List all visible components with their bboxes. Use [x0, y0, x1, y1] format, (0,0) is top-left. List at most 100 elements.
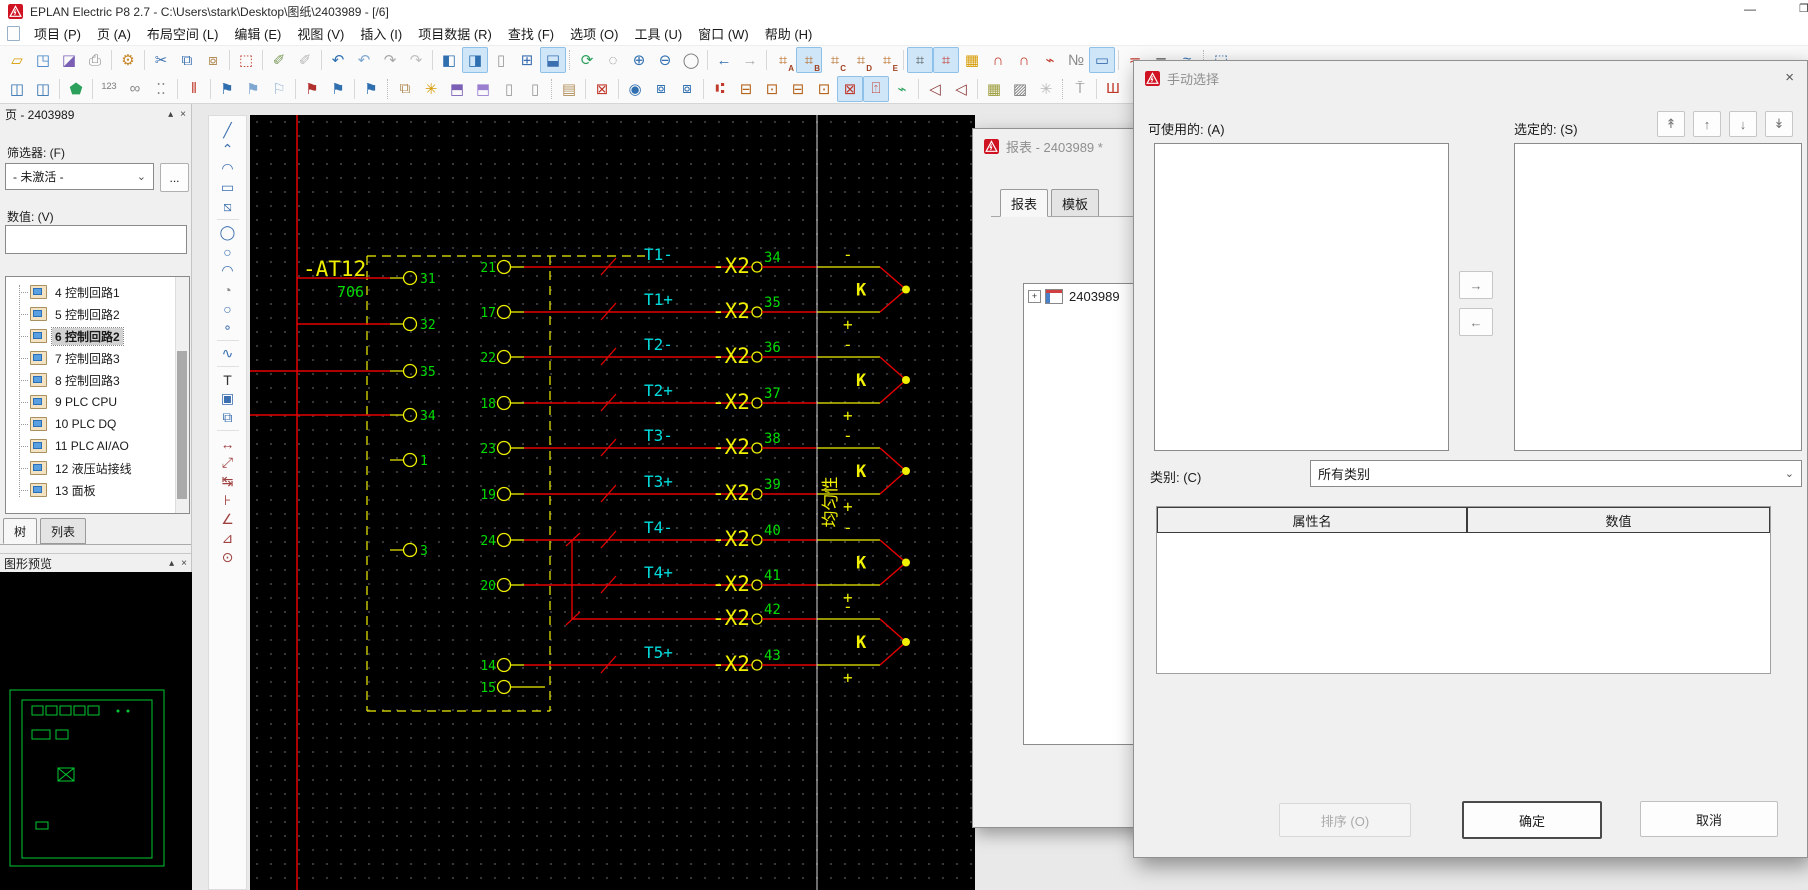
signal-horn-2-icon[interactable]: ◁: [948, 76, 974, 102]
navigator-tab-1[interactable]: 树: [3, 518, 37, 544]
filter-combobox[interactable]: - 未激活 - ⌄: [5, 163, 154, 190]
dim-leader-icon[interactable]: ⊙: [215, 548, 241, 567]
connections-icon[interactable]: ⌁: [889, 76, 915, 102]
menu-item[interactable]: 项目 (P): [26, 22, 89, 45]
wire-terminals-icon[interactable]: ⑆: [707, 76, 733, 102]
magnet-icon[interactable]: ∩: [985, 47, 1011, 73]
hyperlink-tool-icon[interactable]: ⧉: [215, 408, 241, 427]
dim-radius-icon[interactable]: ⊿: [215, 529, 241, 548]
generate-reports-icon[interactable]: ⚑: [299, 76, 325, 102]
menu-item[interactable]: 视图 (V): [289, 22, 352, 45]
zoom-full-icon[interactable]: ◯: [678, 47, 704, 73]
selected-listbox[interactable]: [1514, 143, 1802, 451]
page-tree-item[interactable]: 5 控制回路2: [6, 303, 189, 325]
filter-browse-button[interactable]: ...: [160, 163, 189, 192]
grid-c-icon[interactable]: ⌗C: [822, 47, 848, 73]
dim-linear-icon[interactable]: ↔: [215, 434, 241, 453]
delete-placement-icon[interactable]: ⊠: [837, 76, 863, 102]
zoom-in-icon[interactable]: ⊕: [626, 47, 652, 73]
new-symbol-icon[interactable]: ✳: [1033, 76, 1059, 102]
menu-item[interactable]: 编辑 (E): [226, 22, 289, 45]
zoom-window-icon[interactable]: ◌: [600, 47, 626, 73]
pin-pair-icon[interactable]: ⁚⁚: [148, 76, 174, 102]
window-tile-icon[interactable]: ◫: [30, 76, 56, 102]
report-tab-1[interactable]: 报表: [1000, 189, 1048, 217]
layer-table-icon[interactable]: ▦: [981, 76, 1007, 102]
copy-properties-icon[interactable]: ⧉: [392, 76, 418, 102]
menu-item[interactable]: 页 (A): [89, 22, 139, 45]
page-macro-icon[interactable]: ⬒: [444, 76, 470, 102]
page-tree-item[interactable]: 13 面板: [6, 479, 189, 501]
terminal-bars-icon[interactable]: ‖: [181, 76, 207, 102]
page-tree-item[interactable]: 4 控制回路1: [6, 281, 189, 303]
device-table-icon[interactable]: ⊠: [589, 76, 615, 102]
run-check-icon[interactable]: ⚑: [358, 76, 384, 102]
panel-close-icon[interactable]: ×: [181, 558, 187, 569]
plugin-icon[interactable]: ⬟: [63, 76, 89, 102]
ellipse-tool-icon[interactable]: ◯: [215, 223, 241, 242]
move-to-top-button[interactable]: ↟: [1657, 111, 1685, 137]
settings-wrench-icon[interactable]: ⚙: [115, 47, 141, 73]
filter-table-4-icon[interactable]: ⊡: [811, 76, 837, 102]
grid-b-icon[interactable]: ⌗B: [796, 47, 822, 73]
rectangle-2pt-tool-icon[interactable]: ⧅: [215, 197, 241, 216]
move-up-icon[interactable]: ⍐: [863, 76, 889, 102]
update-reports-icon[interactable]: ⚑: [325, 76, 351, 102]
grid-a-icon[interactable]: ⌗A: [770, 47, 796, 73]
sort-button[interactable]: 排序 (O): [1279, 803, 1411, 837]
menu-item[interactable]: 项目数据 (R): [410, 22, 500, 45]
symbol-macro-icon[interactable]: ⬒: [470, 76, 496, 102]
comb-bridge-icon[interactable]: Ш: [1100, 76, 1126, 102]
pages-tree[interactable]: 4 控制回路15 控制回路26 控制回路27 控制回路38 控制回路39 PLC…: [5, 276, 190, 514]
navigator-3-icon[interactable]: ⧇: [674, 76, 700, 102]
page-tree-item[interactable]: 10 PLC DQ: [6, 413, 189, 435]
manual-dialog-titlebar[interactable]: 手动选择: [1134, 61, 1807, 95]
move-down-button[interactable]: ↓: [1729, 111, 1757, 137]
panel-collapse-icon[interactable]: ▴: [168, 109, 173, 120]
blank-page-icon[interactable]: ▯: [488, 47, 514, 73]
arc-tool-icon[interactable]: ◠: [215, 159, 241, 178]
rectangle-tool-icon[interactable]: ▭: [215, 178, 241, 197]
navigator-tab-2[interactable]: 列表: [40, 518, 86, 544]
doc-1-icon[interactable]: ▯: [496, 76, 522, 102]
hatch-pattern-icon[interactable]: ▨: [1007, 76, 1033, 102]
polyline-tool-icon[interactable]: ⌃: [215, 140, 241, 159]
graphical-preview[interactable]: [0, 572, 192, 890]
project-management-icon[interactable]: ◪: [56, 47, 82, 73]
maximize-button[interactable]: ❐: [1792, 2, 1808, 15]
menu-item[interactable]: 插入 (I): [352, 22, 410, 45]
filter-table-2-icon[interactable]: ⊡: [759, 76, 785, 102]
text-tool-icon[interactable]: T: [215, 370, 241, 389]
redo-icon[interactable]: ↷: [377, 47, 403, 73]
insert-page-macro-icon[interactable]: ◧: [436, 47, 462, 73]
value-input[interactable]: [5, 225, 187, 254]
page-forward-icon[interactable]: →: [737, 47, 763, 73]
close-icon[interactable]: ×: [1785, 69, 1794, 86]
check-selection-icon[interactable]: ⚐: [266, 76, 292, 102]
insert-window-macro-icon[interactable]: ◨: [462, 47, 488, 73]
tree-scrollbar[interactable]: [175, 277, 189, 513]
insert-symbol-icon[interactable]: ✳: [418, 76, 444, 102]
grid-d-icon[interactable]: ⌗D: [848, 47, 874, 73]
menu-item[interactable]: 帮助 (H): [757, 22, 821, 45]
grid-display-icon[interactable]: ⌗: [907, 47, 933, 73]
arc-3pt-tool-icon[interactable]: ◠: [215, 261, 241, 280]
display-window-icon[interactable]: ▭: [1089, 47, 1115, 73]
properties-table[interactable]: 属性名 数值: [1156, 506, 1771, 674]
add-to-selected-button[interactable]: →: [1459, 271, 1493, 299]
navigator-1-icon[interactable]: ◉: [622, 76, 648, 102]
edit-properties-icon[interactable]: ▤: [556, 76, 582, 102]
numbering-icon[interactable]: №: [1063, 47, 1089, 73]
ok-button[interactable]: 确定: [1462, 801, 1602, 839]
menu-item[interactable]: 选项 (O): [562, 22, 626, 45]
snap-to-grid-icon[interactable]: ⌗: [933, 47, 959, 73]
zoom-out-icon[interactable]: ⊖: [652, 47, 678, 73]
page-tree-item[interactable]: 8 控制回路3: [6, 369, 189, 391]
new-page-icon[interactable]: ▱: [4, 47, 30, 73]
cancel-button[interactable]: 取消: [1640, 801, 1778, 837]
redo-list-icon[interactable]: ↷: [403, 47, 429, 73]
dim-aligned-icon[interactable]: ⤢: [215, 453, 241, 472]
filter-table-1-icon[interactable]: ⊟: [733, 76, 759, 102]
minimize-button[interactable]: —: [1736, 2, 1764, 16]
workspace-icon[interactable]: ⬓: [540, 47, 566, 73]
